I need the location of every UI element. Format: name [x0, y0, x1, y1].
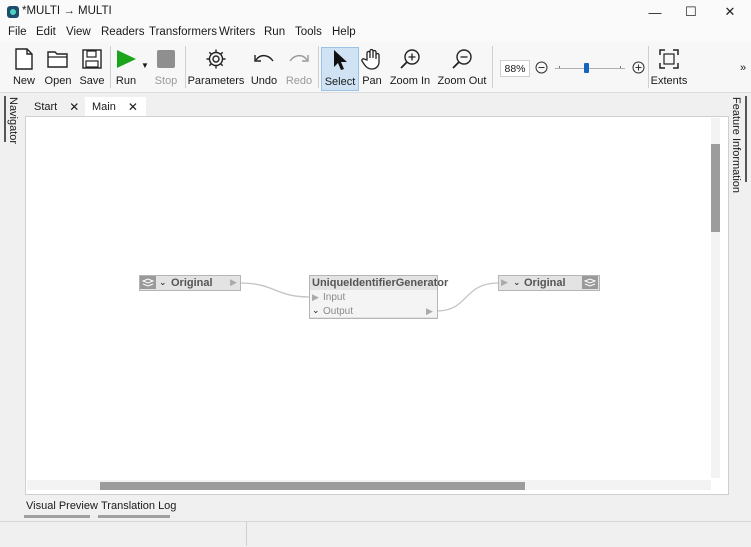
input-port-label: Input	[323, 292, 346, 303]
translation-log-indicator	[98, 515, 170, 518]
input-port-icon[interactable]: ▶	[501, 277, 508, 288]
tab-translation-log[interactable]: Translation Log	[101, 500, 176, 512]
status-bar	[0, 521, 751, 547]
chevron-down-icon[interactable]: ⌄	[513, 277, 521, 288]
horizontal-scrollbar-thumb[interactable]	[100, 482, 525, 490]
input-port-icon[interactable]: ▶	[312, 292, 319, 303]
visual-preview-indicator	[24, 515, 90, 518]
output-port-icon[interactable]: ▶	[230, 277, 237, 288]
connection-reader-to-transformer	[239, 282, 311, 298]
output-port-label: Output	[323, 306, 354, 317]
layers-icon	[582, 276, 598, 289]
status-bar-separator	[246, 522, 247, 546]
chevron-down-icon[interactable]: ⌄	[159, 277, 167, 288]
connection-lines	[239, 282, 500, 312]
layers-icon	[140, 276, 156, 289]
output-port-icon[interactable]: ▶	[426, 306, 433, 317]
reader-label: Original	[171, 277, 213, 289]
vertical-scrollbar-thumb[interactable]	[711, 144, 720, 232]
transformer-title: UniqueIdentifierGenerator	[312, 277, 449, 289]
writer-label: Original	[524, 277, 566, 289]
chevron-down-icon[interactable]: ⌄	[312, 305, 320, 316]
tab-visual-preview[interactable]: Visual Preview	[26, 500, 98, 512]
